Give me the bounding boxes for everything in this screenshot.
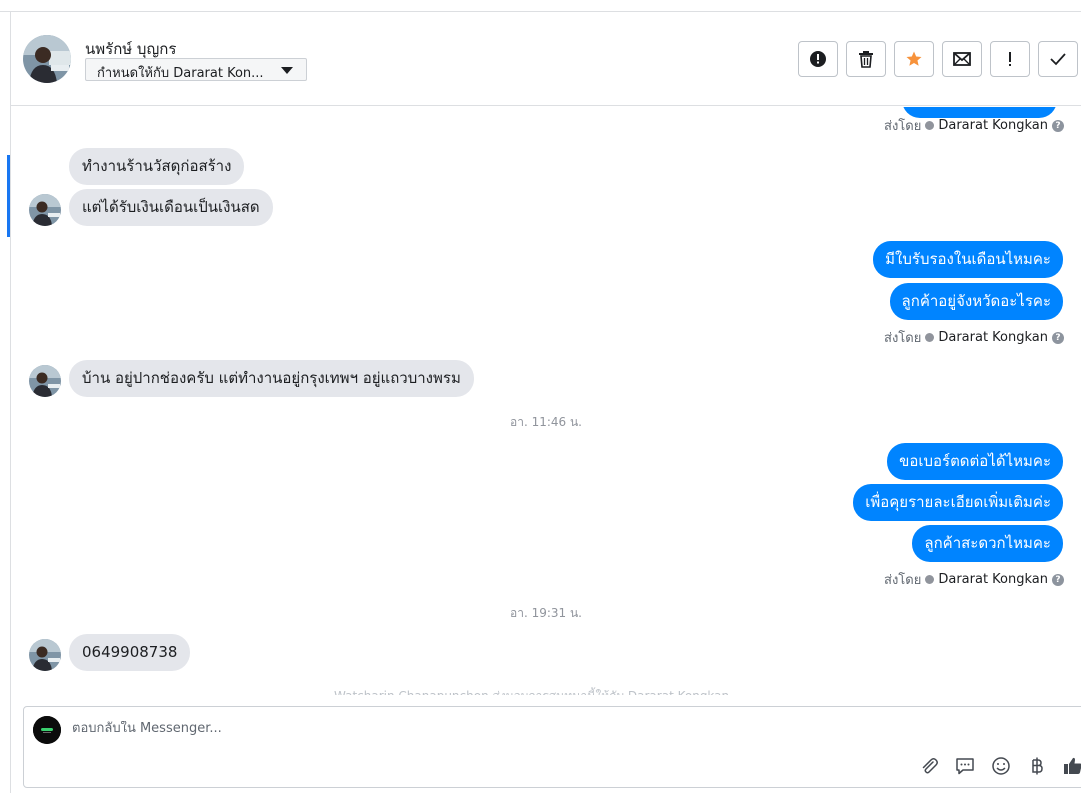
contact-avatar[interactable] xyxy=(23,35,71,83)
agent-name: Dararat Kongkan xyxy=(938,330,1048,345)
contact-avatar-small xyxy=(29,639,61,671)
handover-system-note: Watcharin Chanapunchon ส่งมอบการสนทนานี้… xyxy=(334,687,729,695)
help-icon[interactable]: ? xyxy=(1052,119,1064,132)
conversation-header: นพรักษ์ บุญกร กำหนดให้กับ Dararat Kon... xyxy=(11,12,1081,106)
message-timestamp: อา. 19:31 น. xyxy=(510,606,582,620)
mark-unread-button[interactable] xyxy=(942,41,982,77)
check-icon xyxy=(1050,53,1066,66)
mark-done-button[interactable] xyxy=(1038,41,1078,77)
reply-input[interactable] xyxy=(72,721,872,736)
message-bubble-outgoing: ลูกค้าอยู่จังหวัดอะไรคะ xyxy=(889,283,1063,320)
contact-avatar-small xyxy=(29,365,61,397)
help-icon[interactable]: ? xyxy=(1052,573,1064,586)
follow-up-button[interactable] xyxy=(990,41,1030,77)
agent-status-icon xyxy=(925,121,935,130)
trash-icon xyxy=(859,51,873,68)
composer-tools xyxy=(918,755,1081,777)
message-bubble-incoming: ทำงานร้านวัสดุก่อสร้าง xyxy=(69,148,245,185)
message-bubble-outgoing: ขอเบอร์ตดต่อได้ไหมคะ xyxy=(887,443,1063,480)
reply-composer xyxy=(23,706,1081,788)
like-icon[interactable] xyxy=(1062,755,1081,777)
agent-status-icon xyxy=(925,575,935,584)
agent-name: Dararat Kongkan xyxy=(938,572,1048,587)
assign-label: กำหนดให้กับ Dararat Kon... xyxy=(97,66,264,81)
star-button[interactable] xyxy=(894,41,934,77)
agent-name: Dararat Kongkan xyxy=(938,118,1048,133)
message-bubble-incoming: 0649908738 xyxy=(69,634,191,671)
exclamation-icon xyxy=(1009,52,1011,66)
chevron-down-icon xyxy=(281,67,293,74)
message-bubble-outgoing: มีใบรับรองในเดือนไหมคะ xyxy=(873,241,1063,278)
delete-button[interactable] xyxy=(846,41,886,77)
contact-avatar-small xyxy=(29,194,61,226)
agent-status-icon xyxy=(925,333,935,342)
baht-icon[interactable] xyxy=(1026,755,1048,777)
assign-conversation-dropdown[interactable]: กำหนดให้กับ Dararat Kon... xyxy=(85,58,307,81)
message-bubble-incoming: แต่ได้รับเงินเดือนเป็นเงินสด xyxy=(69,189,273,226)
message-bubble-outgoing: ลูกค้าสะดวกไหมคะ xyxy=(912,525,1063,562)
message-thread[interactable]: ส่งโดย Dararat Kongkan ? ทำงานร้านวัสดุก… xyxy=(11,107,1081,695)
saved-reply-icon[interactable] xyxy=(954,755,976,777)
alert-circle-icon xyxy=(810,51,826,67)
sent-by-label: ส่งโดย Dararat Kongkan ? xyxy=(884,569,1064,590)
paperclip-icon[interactable] xyxy=(918,755,940,777)
message-bubble-incoming: บ้าน อยู่ปากช่องครับ แต่ทำงานอยู่กรุงเทพ… xyxy=(69,360,474,397)
envelope-icon xyxy=(953,52,971,66)
sent-by-label: ส่งโดย Dararat Kongkan ? xyxy=(884,327,1064,348)
sent-by-label: ส่งโดย Dararat Kongkan ? xyxy=(884,115,1064,136)
mark-spam-button[interactable] xyxy=(798,41,838,77)
conversation-actions xyxy=(798,41,1078,77)
star-icon xyxy=(906,51,922,66)
message-timestamp: อา. 11:46 น. xyxy=(510,415,582,429)
message-bubble-outgoing: เพื่อคุยรายละเอียดเพิ่มเติมค่ะ xyxy=(853,484,1063,521)
help-icon[interactable]: ? xyxy=(1052,331,1064,344)
page-avatar xyxy=(33,716,61,744)
emoji-icon[interactable] xyxy=(990,755,1012,777)
selected-conversation-marker xyxy=(7,155,10,237)
